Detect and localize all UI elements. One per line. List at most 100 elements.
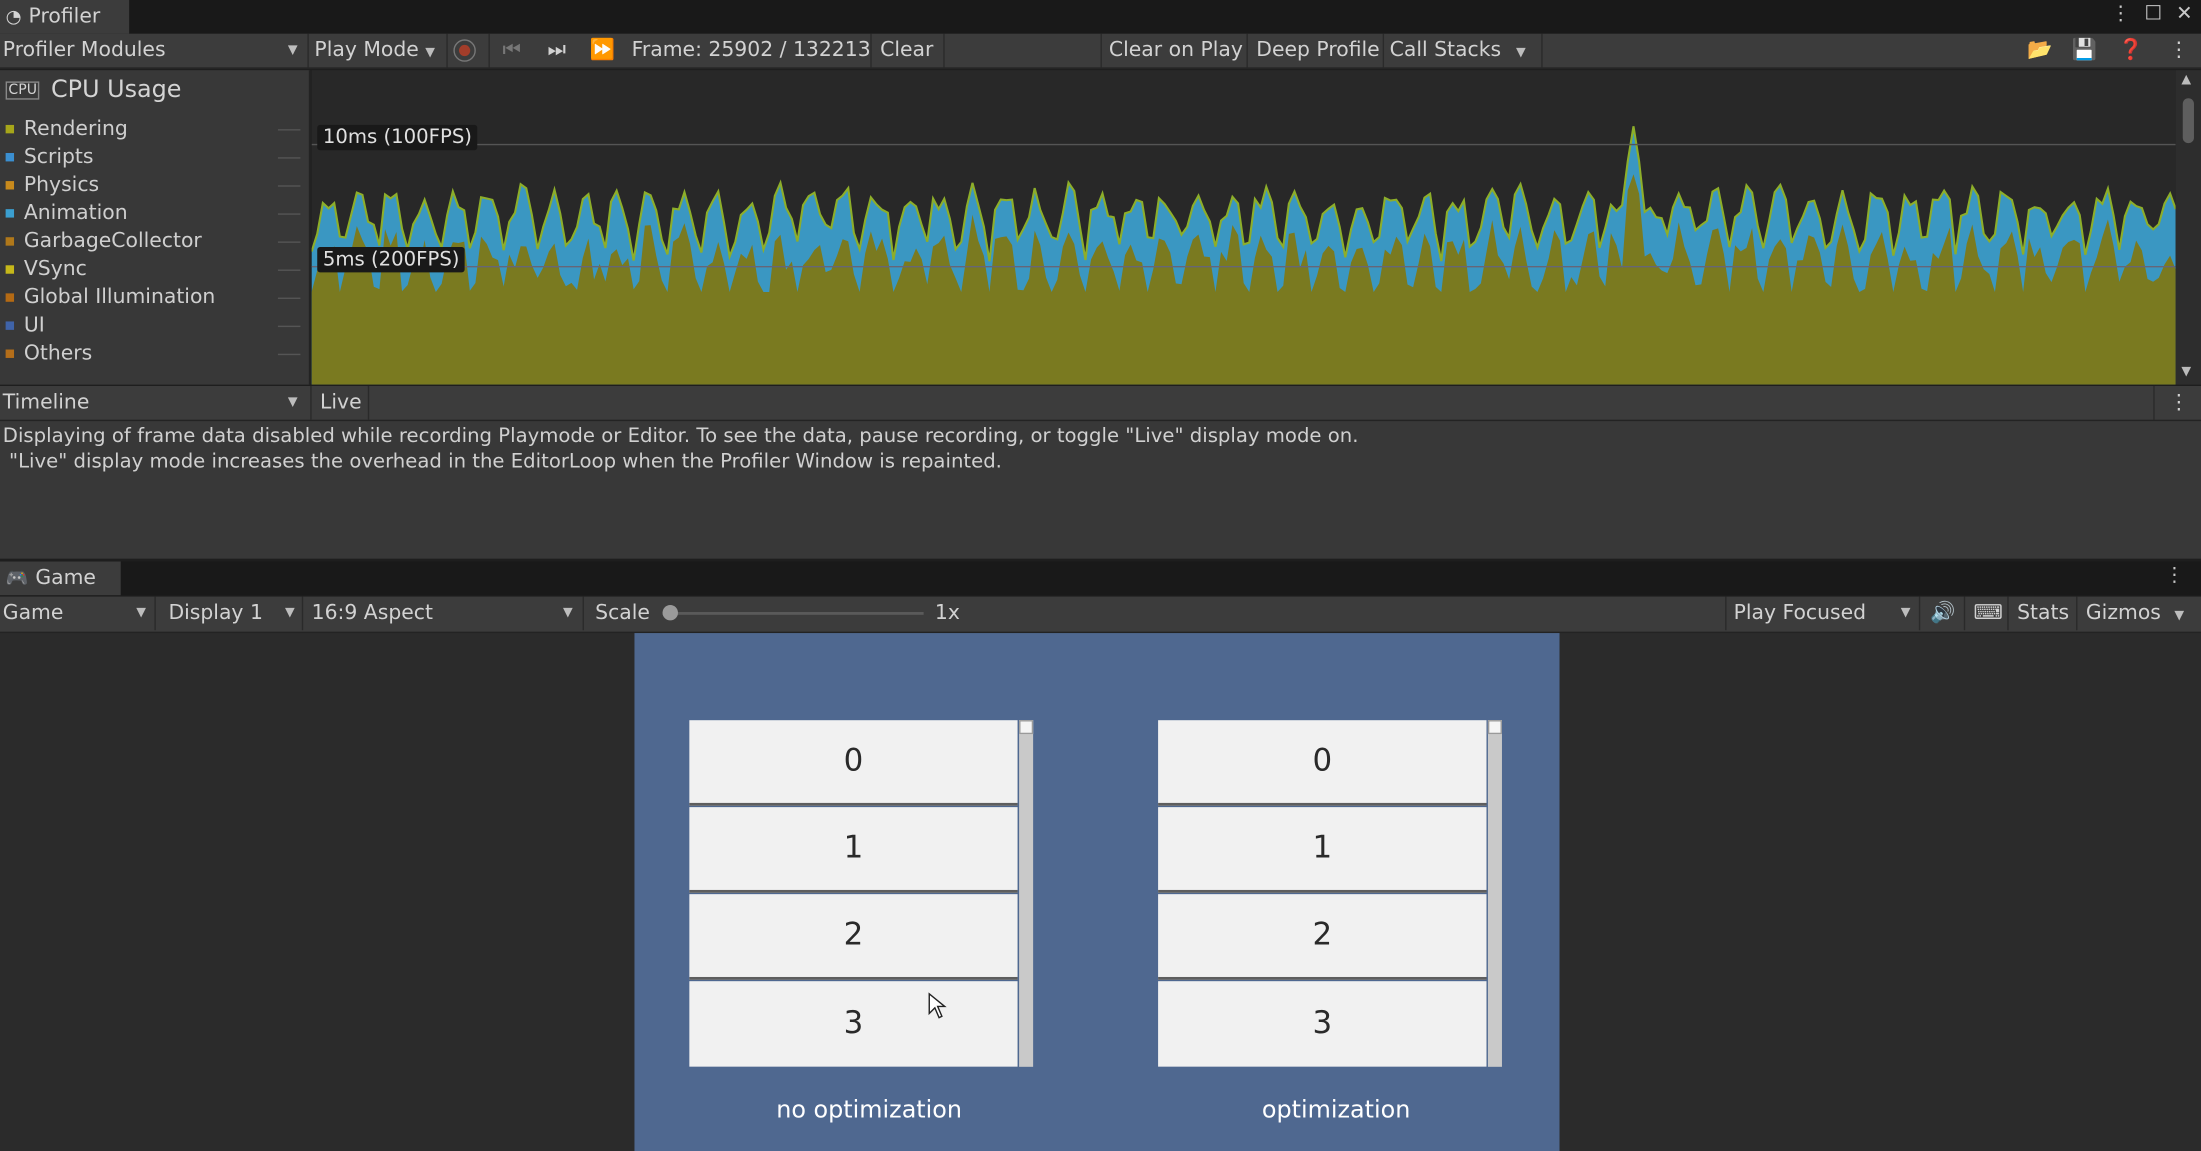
game-window-controls: ⋮ [2165,564,2185,586]
game-tab-title: Game [35,567,96,590]
list-item[interactable]: 3 [689,981,1018,1067]
gizmos-dropdown[interactable]: ▼ [2174,597,2184,631]
list-item[interactable]: 2 [689,894,1018,980]
record-button[interactable] [453,39,476,62]
scale-slider[interactable] [662,604,924,621]
timeline-toolbar: Timeline ▼ Live ⋮ [0,386,2201,422]
profiler-tab-title: Profiler [28,5,101,29]
legend-dash [277,129,301,131]
more-options-icon[interactable]: ⋮ [2169,386,2189,420]
cpu-usage-title: CPU Usage [51,75,182,104]
legend-item[interactable]: Physics [5,171,100,199]
play-mode-dropdown[interactable]: Play Mode ▼ [314,34,435,68]
list-viewport: 0 1 2 3 [1158,720,1487,1067]
timeline-mode-label: Timeline [2,391,90,415]
no-optimization-list[interactable]: 0 1 2 3 [689,720,1034,1067]
scroll-up-icon[interactable]: ▲ [2181,73,2191,87]
more-options-icon[interactable]: ⋮ [2165,564,2185,586]
legend-item[interactable]: Rendering [5,115,128,143]
scale-slider-thumb[interactable] [662,604,678,621]
frame-counter: Frame: 25902 / 132213 [631,39,871,62]
load-icon[interactable]: 📂 [2027,34,2052,68]
legend-swatch [5,181,15,190]
deep-profile-button[interactable]: Deep Profile [1256,34,1379,68]
first-frame-icon[interactable]: ⏮ [503,34,521,68]
legend-dash [277,185,301,187]
chevron-down-icon: ▼ [287,43,298,58]
gamepad-icon: 🎮 [5,567,29,589]
game-tab[interactable]: 🎮 Game [0,561,121,596]
timeline-mode-dropdown[interactable]: Timeline ▼ [3,386,303,420]
scale-value: 1x [934,602,960,625]
list-item[interactable]: 0 [1158,720,1487,806]
save-icon[interactable]: 💾 [2072,34,2097,68]
game-view-dropdown[interactable]: Game ▼ [3,597,149,631]
more-options-icon[interactable]: ⋮ [2169,34,2189,68]
profiler-tab[interactable]: ◔ Profiler [0,0,130,34]
play-focused-dropdown[interactable]: Play Focused ▼ [1734,597,1914,631]
aspect-label: 16:9 Aspect [311,602,433,625]
more-options-icon[interactable]: ⋮ [2111,3,2131,25]
scroll-thumb[interactable] [2182,98,2194,144]
display-dropdown[interactable]: Display 1 ▼ [168,597,297,631]
chevron-down-icon: ▼ [425,46,435,61]
legend-label: Global Illumination [23,286,216,309]
list-item[interactable]: 1 [689,807,1018,893]
legend-item[interactable]: Global Illumination [5,284,216,312]
legend-item[interactable]: GarbageCollector [5,227,202,255]
legend-dash [277,353,301,356]
keyboard-icon[interactable]: ⌨ [1974,597,2003,631]
play-focused-label: Play Focused [1733,602,1867,625]
chevron-down-icon: ▼ [1515,46,1526,61]
last-frame-icon[interactable]: ⏩ [590,34,615,68]
legend-item[interactable]: Animation [5,199,128,227]
message-line-1: Displaying of frame data disabled while … [2,425,1359,448]
audio-icon[interactable]: 🔊 [1930,597,1955,631]
legend-item[interactable]: Others [5,340,93,368]
play-mode-label: Play Mode [314,39,419,62]
legend-label: Rendering [23,117,128,141]
timeline-message: Displaying of frame data disabled while … [0,421,2201,559]
list-item[interactable]: 1 [1158,807,1487,893]
list-scrollbar[interactable] [1019,720,1034,1067]
list-item[interactable]: 3 [1158,981,1487,1067]
clear-button[interactable]: Clear [880,34,933,68]
gizmos-button[interactable]: Gizmos [2086,597,2161,631]
legend-item[interactable]: UI [5,312,45,340]
legend-swatch [5,265,15,274]
live-toggle[interactable]: Live [320,386,362,420]
legend-label: Physics [23,174,100,197]
call-stacks-button[interactable]: Call Stacks [1390,34,1501,68]
optimization-list[interactable]: 0 1 2 3 [1158,720,1503,1067]
game-toolbar: Game ▼ Display 1 ▼ 16:9 Aspect ▼ Scale 1… [0,596,2201,634]
scrollbar-handle[interactable] [1019,720,1034,735]
aspect-dropdown[interactable]: 16:9 Aspect ▼ [312,597,576,631]
call-stacks-dropdown[interactable]: ▼ [1516,34,1526,68]
next-frame-icon[interactable]: ⏭ [547,34,565,68]
legend-label: GarbageCollector [23,230,202,253]
mouse-cursor-icon [928,992,947,1019]
window-controls: ⋮ ☐ ✕ [2111,3,2193,25]
list-scrollbar[interactable] [1487,720,1502,1067]
scrollbar-handle[interactable] [1487,720,1502,735]
scroll-down-icon[interactable]: ▼ [2181,365,2191,379]
legend-dash [277,157,301,159]
close-icon[interactable]: ✕ [2176,3,2192,25]
graph-scrollbar[interactable]: ▲ ▼ [2175,70,2201,385]
legend-label: Scripts [23,145,94,169]
legend-swatch [5,209,15,218]
legend-label: VSync [23,258,87,281]
cpu-usage-header[interactable]: CPU CPU Usage [5,75,182,104]
list-item[interactable]: 0 [689,720,1018,806]
list-viewport: 0 1 2 3 [689,720,1018,1067]
profiler-toolbar: Profiler Modules ▼ Play Mode ▼ ⏮ ⏭ ⏩ Fra… [0,33,2201,69]
legend-item[interactable]: Scripts [5,143,94,171]
list-item[interactable]: 2 [1158,894,1487,980]
maximize-icon[interactable]: ☐ [2144,3,2162,25]
help-icon[interactable]: ❓ [2118,34,2143,68]
profiler-modules-dropdown[interactable]: Profiler Modules ▼ [3,34,303,68]
stats-button[interactable]: Stats [2017,597,2069,631]
cpu-usage-graph[interactable]: 10ms (100FPS) 5ms (200FPS) [311,70,2176,385]
clear-on-play-button[interactable]: Clear on Play [1109,34,1243,68]
legend-item[interactable]: VSync [5,255,87,283]
